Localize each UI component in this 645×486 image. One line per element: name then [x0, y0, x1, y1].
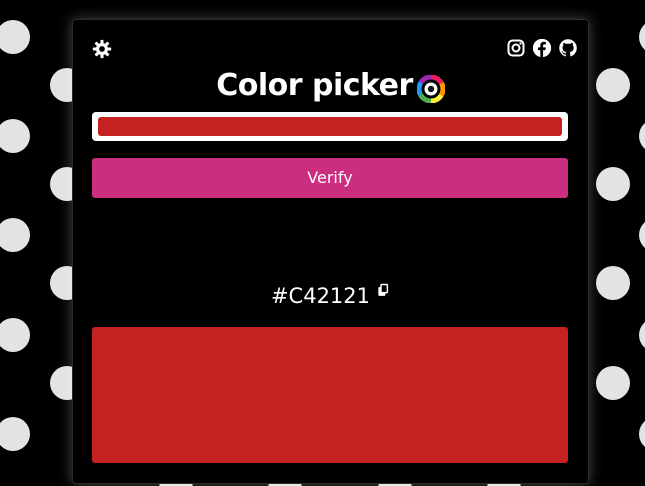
- background-dot: [639, 218, 645, 252]
- facebook-icon[interactable]: [532, 38, 552, 58]
- copy-icon[interactable]: [376, 282, 390, 296]
- gear-icon[interactable]: [92, 39, 112, 59]
- hex-row: #C42121: [73, 282, 588, 310]
- background-dot: [639, 20, 645, 54]
- background-dot: [0, 318, 30, 352]
- social-links: [506, 38, 578, 58]
- background-dot: [639, 417, 645, 451]
- github-icon[interactable]: [558, 38, 578, 58]
- background-dot: [596, 266, 630, 300]
- page-background: Color picker Verify #C42121: [0, 0, 645, 486]
- color-wheel-icon: [416, 74, 446, 104]
- background-dot: [639, 119, 645, 153]
- color-preview: [92, 327, 568, 463]
- background-dot: [639, 318, 645, 352]
- background-dot: [596, 68, 630, 102]
- hex-value: #C42121: [270, 284, 371, 308]
- background-dot: [0, 218, 30, 252]
- page-title: Color picker: [216, 68, 413, 103]
- color-input[interactable]: [98, 117, 562, 136]
- title-row: Color picker: [73, 66, 588, 106]
- background-dot: [0, 20, 30, 54]
- instagram-icon[interactable]: [506, 38, 526, 58]
- background-dot: [0, 417, 30, 451]
- color-picker-card: Color picker Verify #C42121: [72, 19, 589, 484]
- background-dot: [596, 366, 630, 400]
- background-dot: [0, 119, 30, 153]
- verify-button[interactable]: Verify: [92, 158, 568, 198]
- color-input-field: [92, 112, 568, 141]
- background-dot: [596, 167, 630, 201]
